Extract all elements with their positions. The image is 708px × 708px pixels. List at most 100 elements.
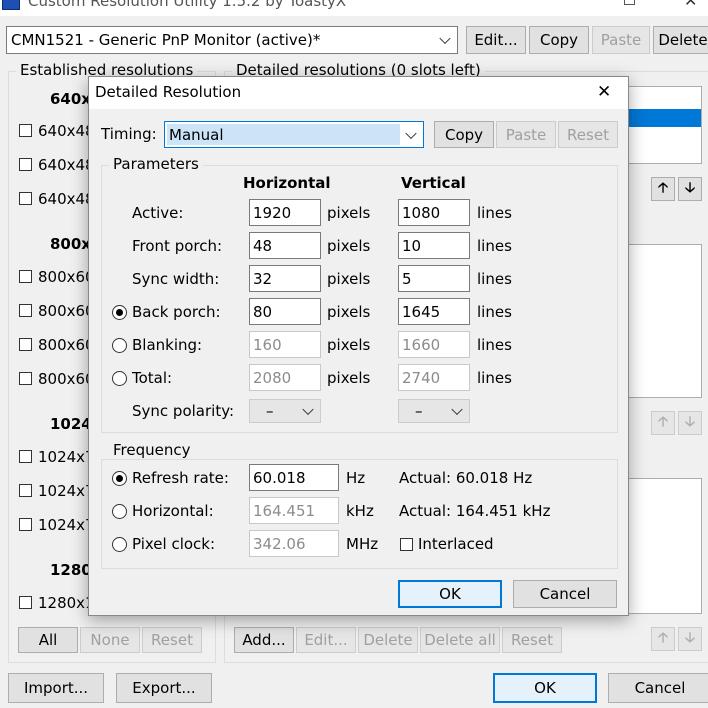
h-front-porch-input[interactable]: 48: [249, 232, 321, 259]
frequency-title: Frequency: [109, 441, 195, 459]
res-label: 640x48: [38, 156, 95, 174]
row-label-blanking: Blanking:: [132, 336, 203, 354]
res-checkbox[interactable]: [19, 450, 32, 463]
delete-all-button[interactable]: Delete all: [420, 627, 500, 653]
none-button[interactable]: None: [80, 627, 140, 653]
move-up-button[interactable]: 🡡: [651, 177, 675, 201]
h-unit: pixels: [327, 270, 371, 288]
cancel-button[interactable]: Cancel: [608, 673, 708, 703]
res-checkbox[interactable]: [19, 270, 32, 283]
total-radio[interactable]: [112, 371, 127, 386]
h-sync-width-input[interactable]: 32: [249, 265, 321, 292]
monitor-select[interactable]: CMN1521 - Generic PnP Monitor (active)*: [6, 26, 458, 54]
res-label: 800x60: [38, 336, 95, 354]
refresh-rate-radio[interactable]: [112, 471, 127, 486]
timing-select-value: Manual: [169, 125, 224, 144]
close-window-icon[interactable]: ✕: [684, 0, 697, 10]
move-down-button[interactable]: 🡣: [678, 177, 702, 201]
horizontal-freq-input[interactable]: 164.451: [249, 497, 339, 524]
paste-button[interactable]: Paste: [592, 26, 650, 54]
edit-monitor-button[interactable]: Edit...: [466, 26, 526, 54]
row-label-active: Active:: [132, 204, 184, 222]
timing-select[interactable]: Manual: [164, 121, 424, 148]
app-icon: [2, 0, 20, 10]
v-sync-width-input[interactable]: 5: [398, 265, 470, 292]
row-label-sync-width: Sync width:: [132, 270, 220, 288]
add-button[interactable]: Add...: [234, 627, 294, 653]
h-unit: pixels: [327, 237, 371, 255]
edit-detailed-button[interactable]: Edit...: [296, 627, 356, 653]
res-checkbox[interactable]: [19, 304, 32, 317]
refresh-rate-label: Refresh rate:: [132, 469, 229, 487]
res-checkbox[interactable]: [19, 338, 32, 351]
pixel-clock-label: Pixel clock:: [132, 535, 216, 553]
h-sync-polarity-select[interactable]: –: [249, 399, 321, 423]
export-button[interactable]: Export...: [116, 673, 212, 703]
h-back-porch-input[interactable]: 80: [249, 298, 321, 325]
dialog-reset-button[interactable]: Reset: [558, 121, 618, 148]
res-checkbox[interactable]: [19, 596, 32, 609]
h-total-input[interactable]: 2080: [249, 364, 321, 391]
refresh-rate-input[interactable]: 60.018: [249, 464, 339, 491]
all-button[interactable]: All: [18, 627, 78, 653]
dialog-copy-button[interactable]: Copy: [434, 121, 494, 148]
col-vertical: Vertical: [401, 174, 466, 192]
res-label: 800x60: [38, 302, 95, 320]
horizontal-freq-radio[interactable]: [112, 504, 127, 519]
detailed-resolution-dialog: Detailed Resolution ✕ Timing: Manual Cop…: [88, 76, 629, 616]
h-sync-polarity-value: –: [266, 402, 274, 420]
pixel-clock-unit: MHz: [346, 535, 379, 553]
move-up-button[interactable]: 🡡: [651, 411, 675, 435]
close-icon[interactable]: ✕: [597, 82, 611, 102]
res-checkbox[interactable]: [19, 484, 32, 497]
v-unit: lines: [477, 270, 512, 288]
row-label-front-porch: Front porch:: [132, 237, 223, 255]
chevron-down-icon: [439, 32, 451, 45]
v-front-porch-input[interactable]: 10: [398, 232, 470, 259]
dialog-titlebar: Detailed Resolution ✕: [89, 77, 628, 109]
v-total-input[interactable]: 2740: [398, 364, 470, 391]
back-porch-radio[interactable]: [112, 305, 127, 320]
pixel-clock-radio[interactable]: [112, 537, 127, 552]
move-down-button[interactable]: 🡣: [678, 411, 702, 435]
res-label: 1024x7: [38, 482, 95, 500]
horizontal-freq-actual: Actual: 164.451 kHz: [399, 502, 551, 520]
copy-button[interactable]: Copy: [529, 26, 589, 54]
blanking-radio[interactable]: [112, 338, 127, 353]
import-button[interactable]: Import...: [8, 673, 104, 703]
sync-polarity-label: Sync polarity:: [132, 402, 235, 420]
parameters-title: Parameters: [109, 155, 203, 173]
row-label-back-porch: Back porch:: [132, 303, 221, 321]
v-sync-polarity-select[interactable]: –: [398, 399, 470, 423]
dialog-ok-button[interactable]: OK: [398, 580, 502, 608]
res-checkbox[interactable]: [19, 518, 32, 531]
pixel-clock-input[interactable]: 342.06: [249, 530, 339, 557]
dialog-cancel-button[interactable]: Cancel: [513, 580, 617, 608]
h-blanking-input[interactable]: 160: [249, 331, 321, 358]
timing-label: Timing:: [101, 125, 157, 143]
h-unit: pixels: [327, 369, 371, 387]
h-unit: pixels: [327, 303, 371, 321]
delete-button[interactable]: Delete: [653, 26, 708, 54]
refresh-rate-unit: Hz: [346, 469, 366, 487]
move-down-button[interactable]: 🡣: [678, 627, 702, 651]
delete-detailed-button[interactable]: Delete: [358, 627, 418, 653]
ok-button[interactable]: OK: [493, 673, 597, 703]
v-sync-polarity-value: –: [415, 402, 423, 420]
maximize-icon[interactable]: [624, 0, 635, 5]
res-checkbox[interactable]: [19, 192, 32, 205]
res-checkbox[interactable]: [19, 124, 32, 137]
interlaced-checkbox[interactable]: [400, 538, 413, 551]
res-checkbox[interactable]: [19, 372, 32, 385]
v-back-porch-input[interactable]: 1645: [398, 298, 470, 325]
v-active-input[interactable]: 1080: [398, 199, 470, 226]
move-up-button[interactable]: 🡡: [651, 627, 675, 651]
reset-button[interactable]: Reset: [142, 627, 202, 653]
dialog-paste-button[interactable]: Paste: [496, 121, 556, 148]
h-active-input[interactable]: 1920: [249, 199, 321, 226]
col-horizontal: Horizontal: [243, 174, 331, 192]
v-blanking-input[interactable]: 1660: [398, 331, 470, 358]
reset-detailed-button[interactable]: Reset: [502, 627, 562, 653]
res-checkbox[interactable]: [19, 158, 32, 171]
horizontal-freq-unit: kHz: [346, 502, 374, 520]
